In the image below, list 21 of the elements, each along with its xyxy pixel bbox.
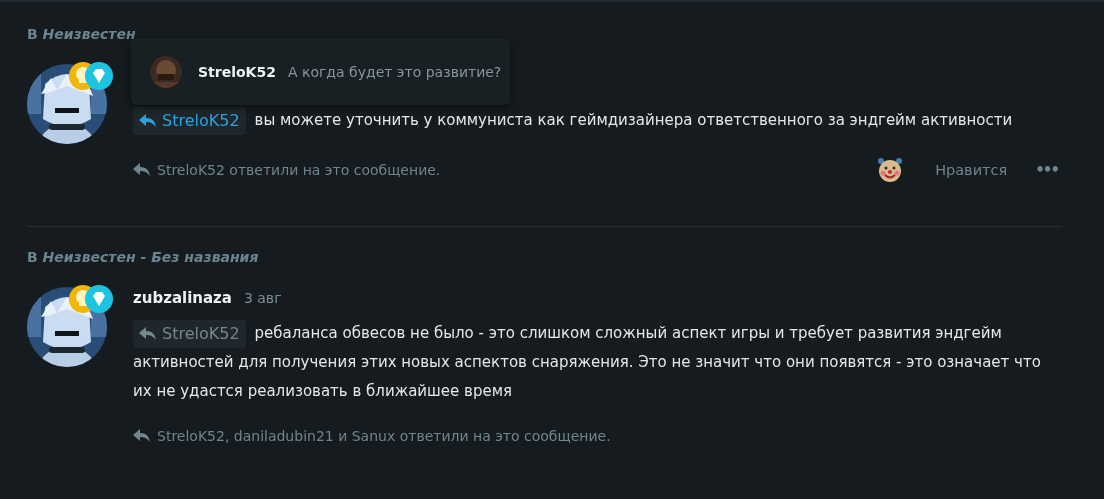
replies-link[interactable]: StreloK52 ответили на это сообщение.: [133, 162, 441, 178]
author-name: zubzalinaza: [133, 289, 232, 307]
popup-text: А когда будет это развитие?: [287, 63, 502, 80]
popup-author: StreloK52: [198, 63, 276, 80]
like-button[interactable]: Нравится: [931, 158, 1012, 182]
post-location: В Неизвестен - Без названия: [27, 249, 260, 265]
post-text: StreloK52 вы можете уточнить у коммуниста как геймдизайнера ответственного за эндгейм активности: [133, 106, 1062, 135]
reply-icon: [133, 163, 151, 177]
reply-to-link[interactable]: StreloK52: [133, 106, 246, 135]
post-location: В Неизвестен: [27, 26, 137, 42]
post-date: 3 авг: [243, 290, 282, 306]
post-text: StreloK52 ребаланса обвесов не было - это слишком сложный аспект игры и требует развития эндгейм активностей для получения этих новых аспектов снаряжения. Это не значит что они появятся - это означает что их не удастся реализовать в ближайшее время: [133, 319, 1062, 406]
reply-to-link[interactable]: StreloK52: [133, 319, 246, 348]
diamond-badge-icon: [85, 62, 113, 90]
clown-face-icon: [877, 157, 904, 183]
replies-link[interactable]: StreloK52, daniladubin21 и Sanux ответили на это сообщение.: [133, 428, 611, 444]
reply-icon: [139, 326, 157, 341]
reply-icon: [133, 429, 151, 443]
reply-icon: [139, 113, 157, 128]
more-button[interactable]: •••: [1031, 157, 1062, 183]
diamond-badge-icon: [85, 285, 113, 313]
